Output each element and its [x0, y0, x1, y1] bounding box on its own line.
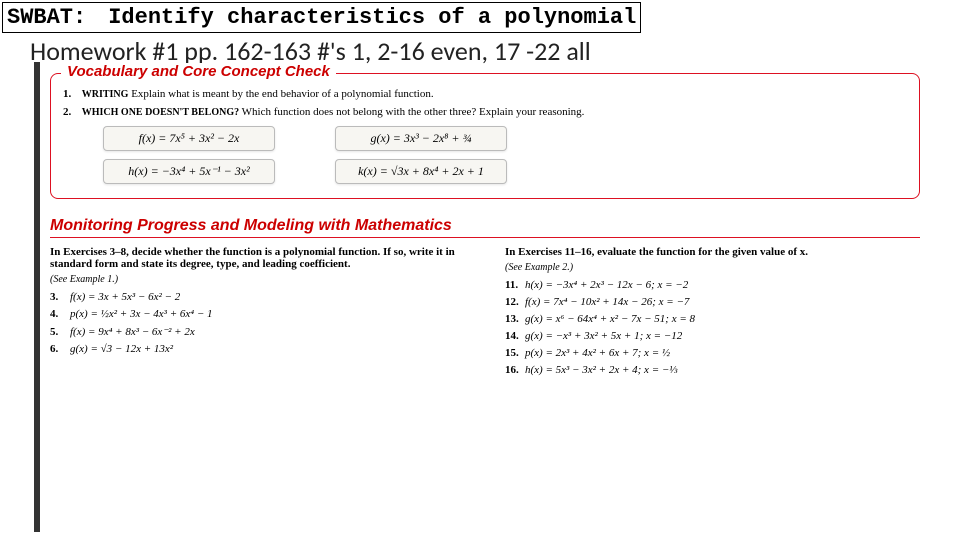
ex5-num: 5.	[50, 326, 70, 338]
ex-16: 16.h(x) = 5x³ − 3x² + 2x + 4; x = −⅓	[505, 364, 920, 376]
right-sub: (See Example 2.)	[505, 262, 920, 273]
columns: In Exercises 3–8, decide whether the fun…	[50, 246, 920, 381]
ex11-num: 11.	[505, 279, 525, 291]
ex15-text: p(x) = 2x³ + 4x² + 6x + 7; x = ½	[525, 347, 670, 359]
ex3-num: 3.	[50, 291, 70, 303]
ex-4: 4.p(x) = ½x² + 3x − 4x³ + 6x⁴ − 1	[50, 308, 465, 320]
left-column: In Exercises 3–8, decide whether the fun…	[50, 246, 465, 381]
vocab-box: Vocabulary and Core Concept Check 1. WRI…	[50, 73, 920, 199]
eq-f: f(x) = 7x⁵ + 3x² − 2x	[103, 126, 275, 151]
ex11-text: h(x) = −3x⁴ + 2x³ − 12x − 6; x = −2	[525, 279, 688, 291]
ex14-num: 14.	[505, 330, 525, 342]
vocab-title-wrap: Vocabulary and Core Concept Check	[61, 63, 336, 81]
ex14-text: g(x) = −x³ + 3x² + 5x + 1; x = −12	[525, 330, 682, 342]
swbat-text: Identify characteristics of a polynomial	[108, 5, 636, 30]
ex-3: 3.f(x) = 3x + 5x³ − 6x² − 2	[50, 291, 465, 303]
ex15-num: 15.	[505, 347, 525, 359]
ex3-text: f(x) = 3x + 5x³ − 6x² − 2	[70, 291, 180, 303]
ex6-num: 6.	[50, 343, 70, 355]
ex-6: 6.g(x) = √3 − 12x + 13x²	[50, 343, 465, 355]
q1-tag: WRITING	[82, 89, 129, 100]
swbat-row: SWBAT: Identify characteristics of a pol…	[2, 2, 641, 33]
ex5-text: f(x) = 9x⁴ + 8x³ − 6x⁻² + 2x	[70, 326, 195, 338]
q1-num: 1.	[63, 88, 79, 100]
ex-5: 5.f(x) = 9x⁴ + 8x³ − 6x⁻² + 2x	[50, 325, 465, 338]
ex16-text: h(x) = 5x³ − 3x² + 2x + 4; x = −⅓	[525, 364, 678, 376]
ex-15: 15.p(x) = 2x³ + 4x² + 6x + 7; x = ½	[505, 347, 920, 359]
ex16-num: 16.	[505, 364, 525, 376]
ex13-text: g(x) = x⁶ − 64x⁴ + x² − 7x − 51; x = 8	[525, 313, 695, 325]
swbat-label: SWBAT:	[7, 5, 86, 30]
vocab-title: Vocabulary and Core Concept Check	[67, 63, 330, 80]
ex12-num: 12.	[505, 296, 525, 308]
left-sub: (See Example 1.)	[50, 274, 465, 285]
question-1: 1. WRITING Explain what is meant by the …	[63, 88, 907, 100]
eq-g: g(x) = 3x³ − 2x⁸ + ¾	[335, 126, 507, 151]
q1-text: Explain what is meant by the end behavio…	[131, 88, 433, 100]
left-head: In Exercises 3–8, decide whether the fun…	[50, 246, 465, 270]
ex-11: 11.h(x) = −3x⁴ + 2x³ − 12x − 6; x = −2	[505, 279, 920, 291]
q2-tag: WHICH ONE DOESN'T BELONG?	[82, 107, 239, 118]
content-area: Vocabulary and Core Concept Check 1. WRI…	[50, 73, 920, 381]
ex13-num: 13.	[505, 313, 525, 325]
q2-text: Which function does not belong with the …	[242, 106, 585, 118]
ex4-text: p(x) = ½x² + 3x − 4x³ + 6x⁴ − 1	[70, 308, 213, 320]
ex-12: 12.f(x) = 7x⁴ − 10x² + 14x − 26; x = −7	[505, 296, 920, 308]
section-title: Monitoring Progress and Modeling with Ma…	[50, 217, 920, 238]
q2-num: 2.	[63, 106, 79, 118]
ex12-text: f(x) = 7x⁴ − 10x² + 14x − 26; x = −7	[525, 296, 689, 308]
left-rule	[34, 62, 40, 532]
right-head: In Exercises 11–16, evaluate the functio…	[505, 246, 920, 258]
ex6-text: g(x) = √3 − 12x + 13x²	[70, 343, 173, 355]
eq-row-2: h(x) = −3x⁴ + 5x⁻¹ − 3x² k(x) = √3x + 8x…	[103, 159, 907, 184]
eq-h: h(x) = −3x⁴ + 5x⁻¹ − 3x²	[103, 159, 275, 184]
ex4-num: 4.	[50, 308, 70, 320]
ex-14: 14.g(x) = −x³ + 3x² + 5x + 1; x = −12	[505, 330, 920, 342]
eq-row-1: f(x) = 7x⁵ + 3x² − 2x g(x) = 3x³ − 2x⁸ +…	[103, 126, 907, 151]
eq-k: k(x) = √3x + 8x⁴ + 2x + 1	[335, 159, 507, 184]
question-2: 2. WHICH ONE DOESN'T BELONG? Which funct…	[63, 106, 907, 118]
right-column: In Exercises 11–16, evaluate the functio…	[505, 246, 920, 381]
ex-13: 13.g(x) = x⁶ − 64x⁴ + x² − 7x − 51; x = …	[505, 313, 920, 325]
